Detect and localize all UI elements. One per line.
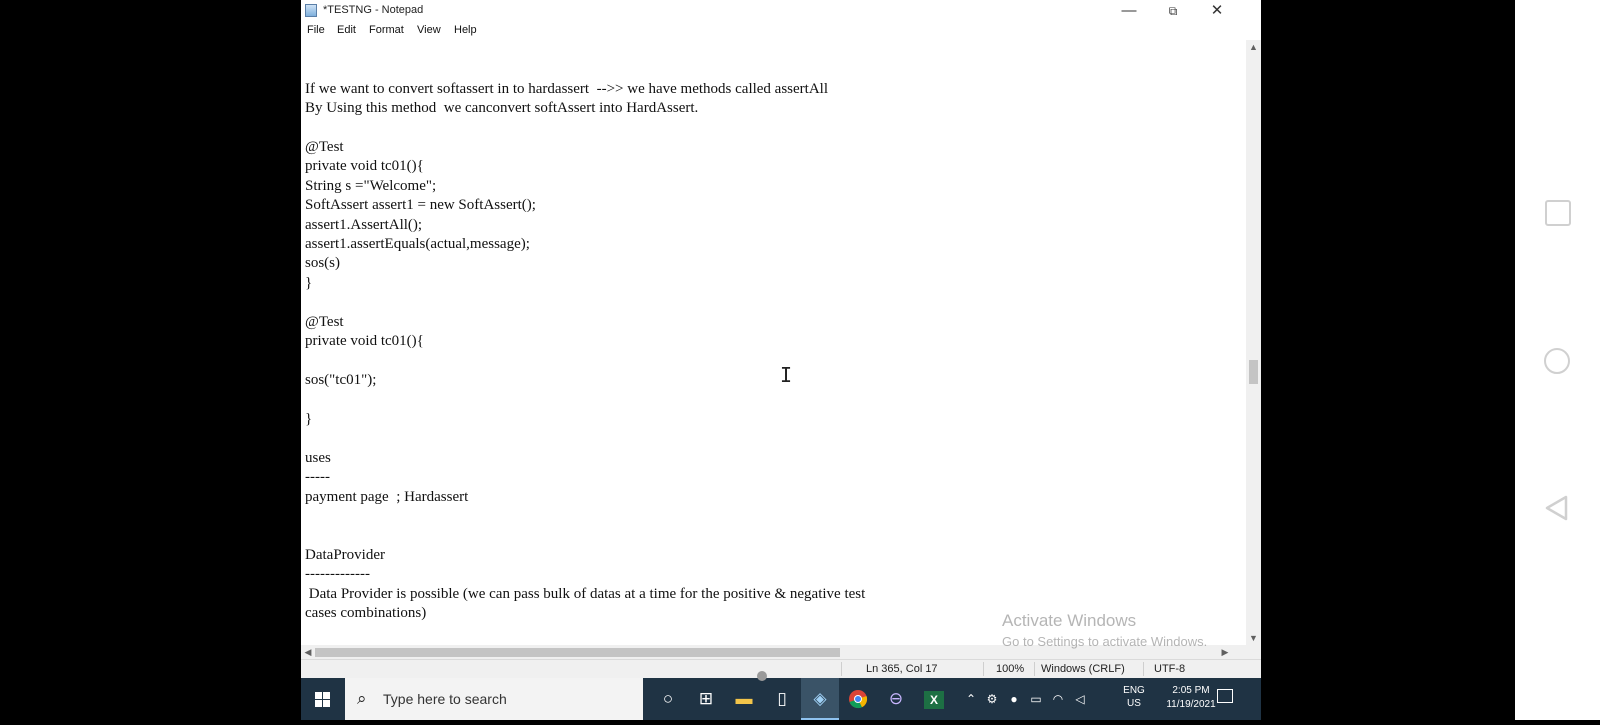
editor-line: sos(s) bbox=[305, 255, 341, 271]
notepad-window: *TESTNG - Notepad — ⧉ ✕ File Edit Format… bbox=[301, 0, 1261, 678]
status-divider bbox=[1143, 662, 1144, 676]
menu-format[interactable]: Format bbox=[369, 24, 404, 36]
clock-time: 2:05 PM bbox=[1172, 685, 1210, 696]
active-app-icon[interactable]: ◈ bbox=[801, 678, 839, 720]
editor-line: private void tc01(){ bbox=[305, 158, 424, 174]
search-placeholder: Type here to search bbox=[383, 691, 507, 707]
task-view-icon[interactable]: ⊞ bbox=[687, 678, 725, 720]
system-clock[interactable]: 2:05 PM 11/19/2021 bbox=[1156, 684, 1226, 712]
editor-line: assert1.AssertAll(); bbox=[305, 217, 423, 233]
editor-line: } bbox=[305, 275, 313, 291]
status-divider bbox=[1034, 662, 1035, 676]
android-nav-bar bbox=[1515, 0, 1600, 720]
home-icon[interactable] bbox=[1544, 348, 1570, 374]
network-app-icon[interactable]: ⚙ bbox=[983, 678, 1001, 720]
horizontal-scroll-thumb[interactable] bbox=[315, 648, 840, 657]
cursor-position: Ln 365, Col 17 bbox=[866, 663, 938, 675]
search-icon: ⌕ bbox=[357, 689, 367, 708]
editor-line: By Using this method we canconvert softA… bbox=[305, 100, 699, 116]
editor-line: Data Provider is possible (we can pass b… bbox=[305, 586, 866, 602]
editor-line: assert1.assertEquals(actual,message); bbox=[305, 236, 530, 252]
vertical-scroll-thumb[interactable] bbox=[1249, 360, 1258, 384]
editor-line: cases combinations) bbox=[305, 605, 427, 621]
region-code: US bbox=[1127, 698, 1141, 709]
status-divider bbox=[841, 662, 842, 676]
editor-line: payment page ; Hardassert bbox=[305, 489, 469, 505]
chrome-icon[interactable] bbox=[839, 678, 877, 720]
windows-logo-icon bbox=[315, 692, 330, 707]
text-editor[interactable]: If we want to convert softassert in to h… bbox=[301, 40, 1246, 645]
window-title: *TESTNG - Notepad bbox=[323, 4, 424, 16]
close-button[interactable]: ✕ bbox=[1195, 0, 1239, 22]
cortana-icon[interactable]: ○ bbox=[649, 678, 687, 720]
encoding: UTF-8 bbox=[1154, 663, 1186, 675]
editor-line: String s ="Welcome"; bbox=[305, 178, 437, 194]
recents-icon[interactable] bbox=[1545, 200, 1571, 226]
editor-line: uses bbox=[305, 450, 331, 466]
editor-line: @Test bbox=[305, 314, 344, 330]
editor-line: SoftAssert assert1 = new SoftAssert(); bbox=[305, 197, 536, 213]
editor-line: sos("tc01"); bbox=[305, 372, 377, 388]
scroll-down-icon[interactable]: ▼ bbox=[1246, 631, 1261, 645]
menu-help[interactable]: Help bbox=[454, 24, 477, 36]
show-hidden-icons[interactable]: ⌃ bbox=[963, 678, 979, 720]
editor-line: private void tc01(){ bbox=[305, 333, 424, 349]
notepad-taskbar-icon[interactable]: ▯ bbox=[763, 678, 801, 720]
vertical-scrollbar[interactable]: ▲ ▼ bbox=[1246, 40, 1261, 645]
editor-line: @Test bbox=[305, 139, 344, 155]
text-cursor-icon: I bbox=[780, 363, 793, 387]
line-ending: Windows (CRLF) bbox=[1041, 663, 1125, 675]
watermark-subtitle: Go to Settings to activate Windows. bbox=[1002, 634, 1208, 649]
editor-line: If we want to convert softassert in to h… bbox=[305, 81, 829, 97]
language-code: ENG bbox=[1123, 685, 1145, 696]
battery-icon[interactable]: ▭ bbox=[1027, 678, 1045, 720]
wifi-icon[interactable]: ◠ bbox=[1049, 678, 1067, 720]
title-bar[interactable]: *TESTNG - Notepad — ⧉ ✕ bbox=[301, 0, 1261, 22]
minimize-button[interactable]: — bbox=[1107, 0, 1151, 22]
taskbar: ⌕ Type here to search ○ ⊞ ▬ ▯ ◈ ⊖ X ⌃ ⚙ … bbox=[301, 678, 1261, 720]
status-bar: Ln 365, Col 17 100% Windows (CRLF) UTF-8 bbox=[301, 659, 1261, 678]
activate-windows-watermark: Activate Windows Go to Settings to activ… bbox=[1002, 611, 1207, 649]
menu-bar: File Edit Format View Help bbox=[301, 22, 1261, 40]
watermark-title: Activate Windows bbox=[1002, 611, 1137, 630]
scroll-left-icon[interactable]: ◀ bbox=[301, 645, 315, 659]
clock-date: 11/19/2021 bbox=[1166, 699, 1216, 710]
notepad-app-icon bbox=[305, 4, 317, 17]
app-icon[interactable]: ⊖ bbox=[877, 678, 915, 720]
start-button[interactable] bbox=[301, 678, 345, 720]
menu-file[interactable]: File bbox=[307, 24, 325, 36]
file-explorer-icon[interactable]: ▬ bbox=[725, 678, 763, 720]
notification-center-icon[interactable] bbox=[1217, 689, 1233, 703]
scroll-up-icon[interactable]: ▲ bbox=[1246, 40, 1261, 54]
editor-line: ----- bbox=[305, 469, 330, 485]
volume-icon[interactable]: ◁ bbox=[1071, 678, 1089, 720]
size-grip[interactable] bbox=[1246, 645, 1261, 659]
microphone-icon[interactable]: ● bbox=[1005, 678, 1023, 720]
zoom-level: 100% bbox=[996, 663, 1025, 675]
status-divider bbox=[983, 662, 984, 676]
excel-icon[interactable]: X bbox=[915, 678, 953, 720]
editor-line: DataProvider bbox=[305, 547, 385, 563]
restore-button[interactable]: ⧉ bbox=[1151, 0, 1195, 22]
editor-line: ------------- bbox=[305, 566, 370, 582]
menu-view[interactable]: View bbox=[417, 24, 441, 36]
taskbar-search-box[interactable]: ⌕ Type here to search bbox=[345, 678, 643, 720]
menu-edit[interactable]: Edit bbox=[337, 24, 356, 36]
scroll-right-icon[interactable]: ▶ bbox=[1218, 645, 1232, 659]
scroll-indicator bbox=[757, 671, 767, 681]
editor-line: } bbox=[305, 411, 313, 427]
language-indicator[interactable]: ENG US bbox=[1119, 684, 1149, 710]
back-icon[interactable] bbox=[1544, 494, 1570, 522]
